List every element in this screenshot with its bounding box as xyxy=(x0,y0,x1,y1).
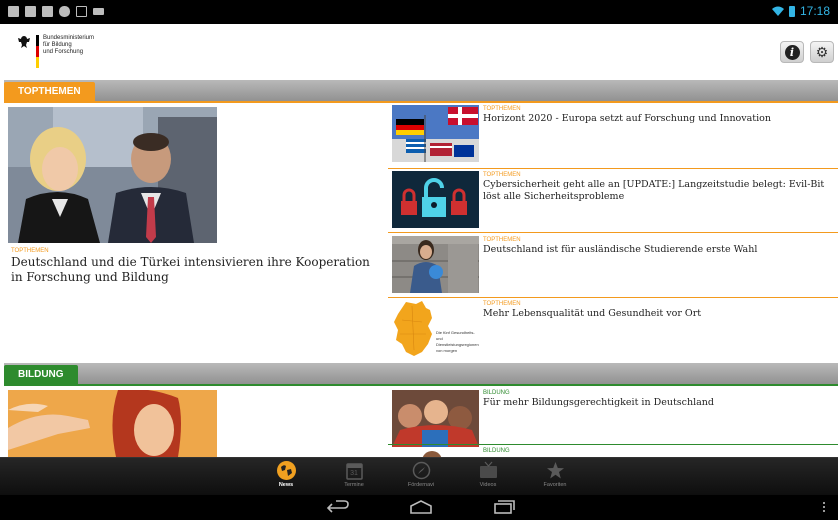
tab-videos[interactable]: Videos xyxy=(458,458,518,496)
thumb-eu-flags xyxy=(392,105,479,162)
item-title: Für mehr Bildungsgerechtigkeit in Deutsc… xyxy=(483,397,714,408)
tab-label: Favoriten xyxy=(543,482,567,488)
thumb-student xyxy=(392,236,479,293)
notification-icons xyxy=(8,6,104,17)
tab-label: Fördernavi xyxy=(407,482,435,488)
image-icon xyxy=(25,6,36,17)
home-icon[interactable] xyxy=(409,500,433,514)
feature-title: Deutschland und die Türkei intensivieren… xyxy=(11,255,370,284)
tab-favoriten[interactable]: Favoriten xyxy=(525,458,585,496)
tab-label: News xyxy=(278,482,294,488)
system-nav-bar xyxy=(0,495,838,520)
calendar-day: 31 xyxy=(350,470,358,477)
list-item-cybersicherheit[interactable]: TOPTHEMEN Cybersicherheit geht alle an [… xyxy=(388,171,838,231)
calendar-icon: 31 xyxy=(345,461,364,480)
item-kicker: TOPTHEMEN xyxy=(483,237,521,243)
tab-label: Videos xyxy=(479,482,497,488)
gmail-icon xyxy=(42,6,53,17)
info-button[interactable]: i xyxy=(780,41,804,63)
thumb-germany-map: Die fünf Gesundheits- und Dienstleistung… xyxy=(392,300,479,358)
settings-button[interactable]: ⚙ xyxy=(810,41,834,63)
tv-icon xyxy=(479,461,498,480)
tab-termine[interactable]: 31 Termine xyxy=(324,458,384,496)
tablet-icon xyxy=(76,6,87,17)
wifi-icon xyxy=(771,6,784,16)
feature-kicker: TOPTHEMEN xyxy=(11,248,49,254)
list-item-bildung-2[interactable]: BILDUNG xyxy=(388,446,838,457)
keyboard-icon xyxy=(93,8,104,15)
map-caption: Die fünf Gesundheits- und Dienstleistung… xyxy=(436,330,479,353)
section-header-topthemen: TOPTHEMEN xyxy=(4,80,838,102)
item-kicker: BILDUNG xyxy=(483,390,510,396)
tab-foerdernavi[interactable]: Fördernavi xyxy=(391,458,451,496)
list-divider xyxy=(388,297,838,298)
app-header: Bundesministerium für Bildung und Forsch… xyxy=(0,24,838,78)
notification-icon xyxy=(8,6,19,17)
thumb-padlocks xyxy=(392,171,479,228)
cloud-icon xyxy=(59,6,70,17)
section-header-bildung: BILDUNG xyxy=(4,363,838,385)
item-kicker: TOPTHEMEN xyxy=(483,301,521,307)
list-divider xyxy=(388,444,838,445)
status-bar: 17:18 xyxy=(0,0,838,24)
section-divider xyxy=(4,101,838,103)
section-tab-bildung[interactable]: BILDUNG xyxy=(4,365,78,385)
thumb-bildung-2 xyxy=(392,448,479,457)
list-divider xyxy=(388,232,838,233)
globe-icon xyxy=(276,461,296,480)
feature-image-bildung[interactable] xyxy=(8,390,217,457)
flag-stripe xyxy=(36,35,39,68)
feature-image xyxy=(8,107,217,243)
item-kicker: TOPTHEMEN xyxy=(483,106,521,112)
tab-news[interactable]: News xyxy=(256,458,316,496)
recent-apps-icon[interactable] xyxy=(492,500,516,514)
logo-text: Bundesministerium für Bildung und Forsch… xyxy=(43,35,95,55)
list-item-horizont[interactable]: TOPTHEMEN Horizont 2020 - Europa setzt a… xyxy=(388,105,838,163)
star-icon xyxy=(546,461,565,480)
list-item-lebensqualitaet[interactable]: Die fünf Gesundheits- und Dienstleistung… xyxy=(388,300,838,360)
item-kicker: BILDUNG xyxy=(483,448,510,454)
section-tab-topthemen[interactable]: TOPTHEMEN xyxy=(4,82,95,102)
thumb-students-group xyxy=(392,390,479,447)
info-icon: i xyxy=(784,44,800,60)
list-item-studierende[interactable]: TOPTHEMEN Deutschland ist für ausländisc… xyxy=(388,236,838,294)
back-icon[interactable] xyxy=(326,500,350,514)
item-title: Mehr Lebensqualität und Gesundheit vor O… xyxy=(483,308,702,319)
list-divider xyxy=(388,168,838,169)
item-title: Deutschland ist für ausländische Studier… xyxy=(483,244,758,255)
section-divider xyxy=(4,384,838,386)
bmbf-logo: Bundesministerium für Bildung und Forsch… xyxy=(17,35,123,68)
bottom-tab-bar: News 31 Termine Fördernavi Videos Favori… xyxy=(0,457,838,495)
federal-eagle-icon xyxy=(18,36,30,48)
tab-label: Termine xyxy=(344,482,364,488)
status-time: 17:18 xyxy=(799,4,830,18)
overflow-menu-icon[interactable] xyxy=(823,502,826,514)
list-item-bildungsgerechtigkeit[interactable]: BILDUNG Für mehr Bildungsgerechtigkeit i… xyxy=(388,388,838,448)
item-kicker: TOPTHEMEN xyxy=(483,172,521,178)
news-list[interactable]: TOPTHEMEN TOPTHEMEN Deutschland und die … xyxy=(0,78,838,457)
battery-icon xyxy=(788,5,795,17)
compass-icon xyxy=(412,461,431,480)
gear-icon: ⚙ xyxy=(815,44,829,60)
item-title: Cybersicherheit geht alle an [UPDATE:] L… xyxy=(483,179,825,202)
item-title: Horizont 2020 - Europa setzt auf Forschu… xyxy=(483,113,772,124)
